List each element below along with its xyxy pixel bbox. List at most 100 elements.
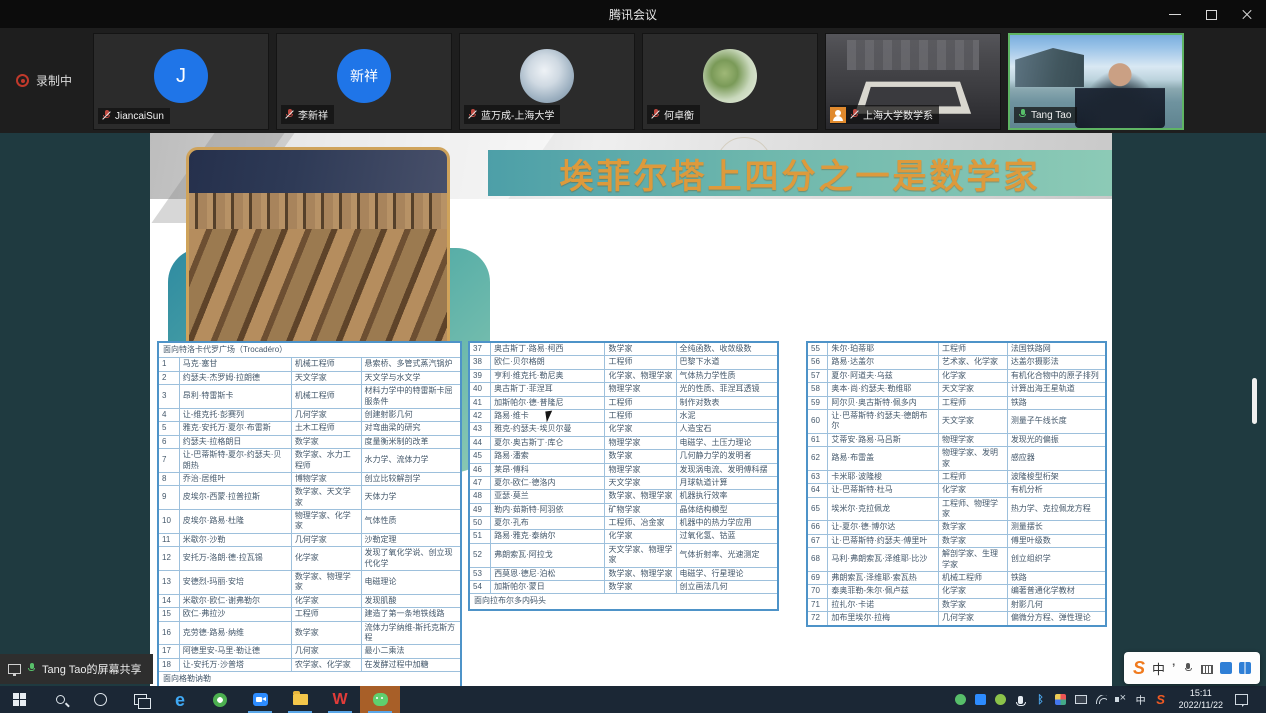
edge-icon-glyph: e bbox=[175, 691, 185, 709]
achievement-cell: 电磁理论 bbox=[361, 571, 461, 595]
achievement-cell: 巴黎下水道 bbox=[676, 356, 778, 369]
names-table-grid-2: 37奥古斯丁·路易·柯西数学家全纯函数、收敛级数38欧仁·贝尔格朗工程师巴黎下水… bbox=[468, 341, 779, 611]
achievement-cell: 创建射影几何 bbox=[361, 408, 461, 421]
table-row: 10皮埃尔·路易·杜隆物理学家、化学家气体性质 bbox=[158, 510, 461, 534]
ime-toolbar: S 中 ’ bbox=[1124, 652, 1260, 684]
achievement-cell: 几何静力学的发明者 bbox=[676, 450, 778, 463]
mic-live-icon bbox=[1018, 109, 1027, 121]
table-row: 47夏尔-欧仁·德洛内天文学家月球轨道计算 bbox=[469, 476, 778, 489]
action-center-icon[interactable] bbox=[1235, 694, 1248, 705]
achievement-cell: 波隆梭型桁架 bbox=[1007, 470, 1106, 483]
photo-railing bbox=[189, 193, 447, 233]
meeting-tray-icon[interactable] bbox=[975, 693, 987, 707]
volume-muted-icon[interactable] bbox=[1115, 693, 1127, 707]
row-number: 41 bbox=[469, 396, 491, 409]
tencent-meeting-icon[interactable] bbox=[240, 686, 280, 713]
table-row: 9皮埃尔-西蒙·拉普拉斯数学家、天文学家天体力学 bbox=[158, 486, 461, 510]
screen-share-banner[interactable]: Tang Tao的屏幕共享 bbox=[0, 654, 153, 684]
sogou-logo-icon[interactable]: S bbox=[1133, 658, 1145, 679]
achievement-cell: 机器执行效率 bbox=[676, 490, 778, 503]
table-row: 42路易·维卡工程师水泥 bbox=[469, 409, 778, 422]
name-cell: 克劳德·路易·纳维 bbox=[179, 621, 291, 645]
participant-tile-hezhuoheng[interactable]: 何卓衡 bbox=[642, 33, 818, 130]
recording-indicator[interactable]: 录制中 bbox=[16, 72, 72, 89]
occupation-cell: 工程师、物理学家 bbox=[939, 497, 1008, 521]
row-number: 4 bbox=[158, 408, 179, 421]
security-tray-icon[interactable] bbox=[995, 693, 1007, 707]
graphics-tray-icon[interactable] bbox=[1055, 693, 1067, 707]
wechat-tray-icon[interactable] bbox=[955, 693, 967, 707]
table-row: 37奥古斯丁·路易·柯西数学家全纯函数、收敛级数 bbox=[469, 342, 778, 356]
row-number: 61 bbox=[807, 433, 828, 446]
row-number: 68 bbox=[807, 548, 828, 572]
name-cell: 米歇尔·沙勒 bbox=[179, 533, 291, 546]
edge-icon[interactable]: e bbox=[160, 686, 200, 713]
wechat-icon[interactable] bbox=[360, 686, 400, 713]
ime-voice-icon[interactable] bbox=[1182, 662, 1194, 674]
maximize-icon[interactable] bbox=[1204, 7, 1218, 21]
occupation-cell: 数学家 bbox=[291, 621, 361, 645]
participant-name-badge: 蓝万成-上海大学 bbox=[464, 105, 560, 124]
table-row: 11米歇尔·沙勒几何学家沙勒定理 bbox=[158, 533, 461, 546]
slide-title: 埃菲尔塔上四分之一是数学家 bbox=[560, 149, 1041, 198]
ime-layout-icon[interactable] bbox=[1239, 662, 1251, 674]
row-number: 40 bbox=[469, 383, 491, 396]
row-number: 45 bbox=[469, 450, 491, 463]
ime-lang-indicator[interactable]: 中 bbox=[1135, 693, 1147, 707]
achievement-cell: 气体性质 bbox=[361, 510, 461, 534]
search-button[interactable] bbox=[40, 686, 80, 713]
close-icon[interactable] bbox=[1240, 7, 1254, 21]
ime-punctuation-icon[interactable]: ’ bbox=[1172, 661, 1175, 675]
table-row: 48亚瑟·莫兰数学家、物理学家机器执行效率 bbox=[469, 490, 778, 503]
participant-tile-shu-math-dept[interactable]: 上海大学数学系 bbox=[825, 33, 1001, 130]
occupation-cell: 机械工程师 bbox=[291, 385, 361, 409]
mic-tray-icon-glyph bbox=[1018, 696, 1023, 704]
task-view-button[interactable] bbox=[120, 686, 160, 713]
participant-tile-jiancaisun[interactable]: JJiancaiSun bbox=[93, 33, 269, 130]
row-number: 17 bbox=[158, 645, 179, 658]
participant-name-badge: 何卓衡 bbox=[647, 105, 700, 124]
ime-mode-toggle[interactable]: 中 bbox=[1152, 659, 1165, 678]
bluetooth-tray-icon[interactable]: ᛒ bbox=[1035, 693, 1047, 707]
table-header-cell: 面向特洛卡代罗广场（Trocadéro） bbox=[158, 342, 461, 358]
occupation-cell: 几何学家 bbox=[291, 533, 361, 546]
app-box-tray-icon[interactable] bbox=[1075, 693, 1087, 707]
occupation-cell: 工程师 bbox=[605, 356, 676, 369]
file-explorer-icon[interactable] bbox=[280, 686, 320, 713]
ime-toolbox-icon[interactable] bbox=[1220, 662, 1232, 674]
row-number: 72 bbox=[807, 612, 828, 626]
ime-keyboard-icon[interactable] bbox=[1201, 665, 1213, 674]
participant-tile-lanwancheng[interactable]: 蓝万成-上海大学 bbox=[459, 33, 635, 130]
taskbar-clock[interactable]: 15:11 2022/11/22 bbox=[1175, 688, 1227, 711]
participant-name-badge: 李新祥 bbox=[281, 105, 334, 124]
occupation-cell: 农学家、化学家 bbox=[291, 658, 361, 671]
taskbar: e W ᛒ 中S 15:11 2022/11/22 bbox=[0, 686, 1266, 713]
occupation-cell: 物理学家、化学家 bbox=[291, 510, 361, 534]
names-table-2: 37奥古斯丁·路易·柯西数学家全纯函数、收敛级数38欧仁·贝尔格朗工程师巴黎下水… bbox=[468, 341, 779, 611]
participant-tile-tangtao[interactable]: Tang Tao bbox=[1008, 33, 1184, 130]
table-row: 38欧仁·贝尔格朗工程师巴黎下水道 bbox=[469, 356, 778, 369]
minimize-icon[interactable] bbox=[1168, 7, 1182, 21]
row-number: 6 bbox=[158, 435, 179, 448]
achievement-cell: 最小二乘法 bbox=[361, 645, 461, 658]
network-tray-icon[interactable] bbox=[1095, 693, 1107, 707]
participant-tile-lixinxiang[interactable]: 新祥李新祥 bbox=[276, 33, 452, 130]
occupation-cell: 工程师 bbox=[291, 608, 361, 621]
occupation-cell: 天文学家 bbox=[939, 383, 1008, 396]
start-button[interactable] bbox=[0, 686, 40, 713]
browser-360-icon[interactable] bbox=[200, 686, 240, 713]
mic-muted-icon bbox=[850, 109, 859, 121]
row-number: 11 bbox=[158, 533, 179, 546]
table-row: 12安托万-洛朗·德·拉瓦锡化学家发现了氧化学说、创立现代化学 bbox=[158, 547, 461, 571]
table-row: 45路易·潘索数学家几何静力学的发明者 bbox=[469, 450, 778, 463]
scrollbar-thumb[interactable] bbox=[1252, 378, 1257, 424]
wps-icon[interactable]: W bbox=[320, 686, 360, 713]
row-number: 49 bbox=[469, 503, 491, 516]
name-cell: 让-巴蒂斯特-夏尔-约瑟夫·贝朗热 bbox=[179, 449, 291, 473]
sogou-tray-icon[interactable]: S bbox=[1155, 693, 1167, 707]
name-cell: 雅克-约瑟夫·埃贝尔曼 bbox=[491, 423, 605, 436]
participant-name: 蓝万成-上海大学 bbox=[481, 107, 554, 122]
mic-tray-icon[interactable] bbox=[1015, 693, 1027, 707]
cortana-button[interactable] bbox=[80, 686, 120, 713]
mic-muted-icon bbox=[102, 110, 111, 122]
